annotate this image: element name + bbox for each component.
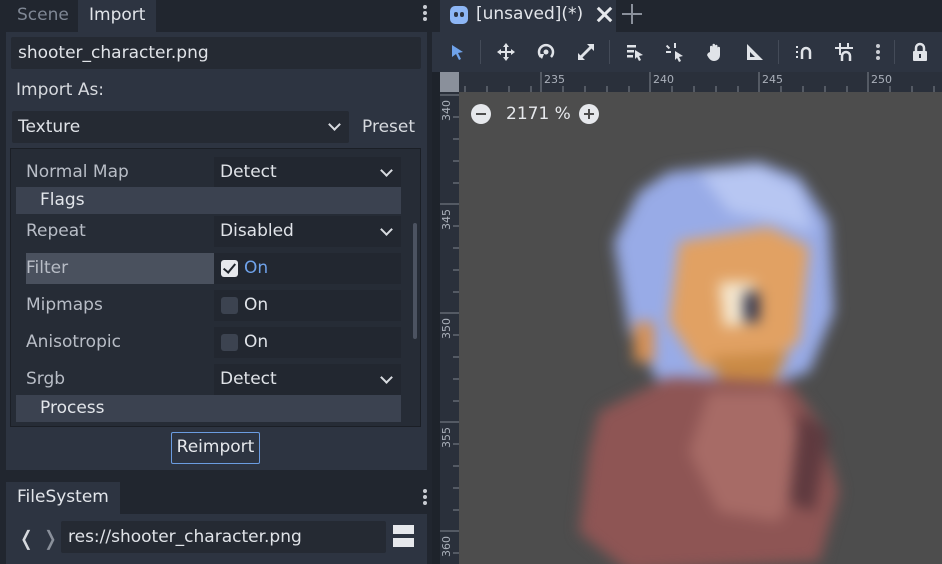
lock-icon[interactable] [905,38,935,66]
close-icon[interactable] [596,6,612,22]
checkbox-unchecked-icon [221,334,238,351]
ruler-v-label: 355 [440,427,453,448]
property-mipmaps: Mipmaps On [11,289,402,322]
section-flags[interactable]: Flags [16,187,401,214]
character-sprite[interactable] [559,132,879,564]
smart-snap-icon[interactable] [789,38,819,66]
filesystem-tabbar: FileSystem [0,482,432,514]
anisotropic-value: On [244,332,269,352]
ruler-h-label: 240 [653,73,674,86]
canvas-toolbar [432,32,942,72]
tab-scene[interactable]: Scene [6,0,80,32]
property-filter: Filter On [11,252,402,285]
grid-snap-icon[interactable] [829,38,859,66]
chevron-down-icon [380,164,393,177]
left-dock: Scene Import shooter_character.png Impor… [0,0,432,564]
anisotropic-checkbox[interactable]: On [214,327,401,358]
more-icon[interactable] [875,42,881,64]
add-scene-icon[interactable] [622,4,642,24]
srgb-dropdown[interactable]: Detect [214,364,401,395]
tab-filesystem[interactable]: FileSystem [6,482,120,514]
normal-map-value: Detect [220,162,277,182]
normal-map-dropdown[interactable]: Detect [214,157,401,188]
zoom-out-icon[interactable] [471,104,491,124]
back-arrow-icon[interactable]: ❬ [18,526,35,550]
scene-tab-label: [unsaved](*) [476,4,584,24]
horizontal-ruler[interactable]: 235 240 245 250 [459,72,942,92]
import-as-dropdown[interactable]: Texture [12,111,349,143]
inspector-scrollbar[interactable] [413,223,417,339]
property-repeat: Repeat Disabled [11,215,402,248]
import-as-value: Texture [18,117,81,137]
ruler-v-label: 350 [440,318,453,339]
move-icon[interactable] [491,38,521,66]
dock-menu-icon[interactable] [421,487,429,511]
property-label: Mipmaps [26,295,103,315]
property-label: Anisotropic [26,332,121,352]
ruler-corner [440,72,459,92]
repeat-dropdown[interactable]: Disabled [214,216,401,247]
filter-value: On [244,258,269,278]
property-srgb: Srgb Detect [11,363,402,396]
property-label: Filter [26,258,69,278]
ruler-v-label: 340 [440,100,453,121]
chevron-down-icon [328,118,341,131]
scene-import-tabbar: Scene Import [0,0,432,32]
ruler-icon[interactable] [740,38,770,66]
pivot-icon[interactable] [660,38,690,66]
canvas-viewport[interactable]: 2171 % [459,92,942,564]
repeat-value: Disabled [220,221,294,241]
filesystem-panel: ❬ ❭ res://shooter_character.png [6,514,427,564]
tab-import[interactable]: Import [78,0,157,32]
split-view-icon[interactable] [393,525,414,547]
ruler-h-label: 235 [544,73,565,86]
viewport-area: [unsaved](*) 235 240 245 250 340 345 350… [432,0,942,564]
ruler-h-label: 245 [762,73,783,86]
mipmaps-checkbox[interactable]: On [214,290,401,321]
select-icon[interactable] [443,38,473,66]
checkbox-checked-icon [221,260,238,277]
godot-icon [450,6,468,24]
forward-arrow-icon[interactable]: ❭ [42,526,59,550]
srgb-value: Detect [220,369,277,389]
zoom-level[interactable]: 2171 % [506,104,571,124]
dock-menu-icon[interactable] [421,3,429,27]
property-normal-map: Normal Map Detect [11,156,402,189]
scale-icon[interactable] [571,38,601,66]
filter-checkbox[interactable]: On [214,253,401,284]
property-anisotropic: Anisotropic On [11,326,402,359]
reimport-button[interactable]: Reimport [171,432,260,464]
ruler-h-label: 250 [871,73,892,86]
preset-button[interactable]: Preset [362,117,415,137]
chevron-down-icon [380,371,393,384]
pan-icon[interactable] [700,38,730,66]
mipmaps-value: On [244,295,269,315]
ruler-v-label: 360 [440,536,453,557]
checkbox-unchecked-icon [221,297,238,314]
list-select-icon[interactable] [620,38,650,66]
property-label: Srgb [26,369,66,389]
ruler-v-label: 345 [440,209,453,230]
rotate-icon[interactable] [531,38,561,66]
filesystem-path-field[interactable]: res://shooter_character.png [61,521,386,553]
scene-tabbar: [unsaved](*) [432,0,942,32]
section-process[interactable]: Process [16,395,401,422]
scene-tab-unsaved[interactable]: [unsaved](*) [440,0,616,32]
chevron-down-icon [380,223,393,236]
import-file-name: shooter_character.png [11,37,421,69]
import-inspector: Normal Map Detect Flags Repeat Disabled … [10,148,421,427]
property-label: Normal Map [26,162,129,182]
import-as-label: Import As: [16,80,105,100]
zoom-in-icon[interactable] [579,104,599,124]
vertical-ruler[interactable]: 340 345 350 355 360 [440,92,459,564]
property-label: Repeat [26,221,86,241]
